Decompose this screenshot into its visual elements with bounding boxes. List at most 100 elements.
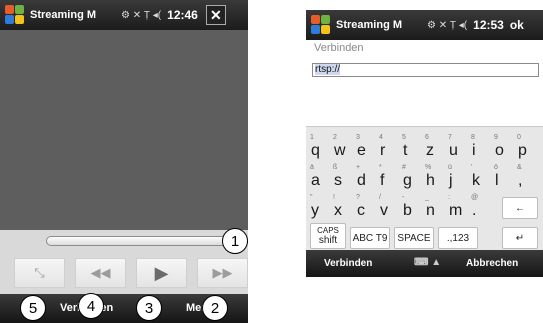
key-secondary-label: / <box>379 194 381 201</box>
key-label: o <box>495 142 504 159</box>
key-secondary-label: 6 <box>425 134 429 141</box>
connect-softkey-bar: Verbinden ⌨ ▲ Abbrechen <box>306 250 543 277</box>
player-screen: Streaming M ⚙ ✕ Ṭ ◂( 12:46 ✕ ⤡ ◀◀ ▶ ▶▶ V… <box>0 0 248 323</box>
play-button[interactable]: ▶ <box>136 258 187 288</box>
callout-1: 1 <box>222 228 248 254</box>
key-z[interactable]: 6z <box>423 133 445 161</box>
key-label: a <box>311 172 320 189</box>
key-label: w <box>334 142 346 159</box>
key-label: e <box>357 142 366 159</box>
space-key[interactable]: SPACE <box>394 227 434 249</box>
fast-forward-icon: ▶▶ <box>212 265 233 280</box>
key-l[interactable]: öl <box>492 163 514 191</box>
key-secondary-label: : <box>448 194 450 201</box>
url-input[interactable]: rtsp:// <box>312 63 539 77</box>
key-secondary-label: ' <box>471 164 473 171</box>
key-n[interactable]: _ n <box>423 193 445 221</box>
key-label: g <box>403 172 412 189</box>
clock: 12:46 <box>167 8 198 22</box>
key-label: m <box>449 202 463 219</box>
status-icons: ⚙ ✕ Ṭ ◂( <box>121 9 162 21</box>
connect-screen: Streaming M ⚙ ✕ Ṭ ◂( 12:53 ok Verbinden … <box>306 0 543 323</box>
key-label: v <box>380 202 388 219</box>
key-label: , <box>518 172 523 189</box>
backspace-key[interactable]: ← <box>502 197 538 219</box>
key-x[interactable]: ! x <box>331 193 353 221</box>
enter-key[interactable]: ↵ <box>502 227 538 249</box>
key-e[interactable]: 3e <box>354 133 376 161</box>
key-label: t <box>403 142 408 159</box>
key-secondary-label: " <box>310 194 313 201</box>
caps-label: CAPS <box>317 226 339 235</box>
key-secondary-label: & <box>517 164 522 171</box>
caps-shift-key[interactable]: CAPS shift <box>310 223 346 249</box>
key-label: r <box>380 142 386 159</box>
key-w[interactable]: 2w <box>331 133 353 161</box>
connect-label: Verbinden <box>314 42 364 54</box>
key-i[interactable]: 8i <box>469 133 491 161</box>
key-t[interactable]: 5t <box>400 133 422 161</box>
key-q[interactable]: 1q <box>308 133 330 161</box>
key-p[interactable]: 0p <box>515 133 537 161</box>
player-titlebar: Streaming M ⚙ ✕ Ṭ ◂( 12:46 ✕ <box>0 0 248 30</box>
softkey-right[interactable]: Abbrechen <box>466 258 518 269</box>
video-area <box>0 30 248 230</box>
key-s[interactable]: ßs <box>331 163 353 191</box>
key-secondary-label: 9 <box>494 134 498 141</box>
key-o[interactable]: 9o <box>492 133 514 161</box>
key-secondary-label: 7 <box>448 134 452 141</box>
windows-start-icon[interactable] <box>310 14 332 36</box>
callout-3: 3 <box>136 295 162 321</box>
windows-start-icon[interactable] <box>4 4 26 26</box>
key-c[interactable]: ? c <box>354 193 376 221</box>
key-b[interactable]: -b <box>400 193 422 221</box>
key-label: b <box>403 202 412 219</box>
key-y[interactable]: " y <box>308 193 330 221</box>
key-m[interactable]: :m <box>446 193 468 221</box>
abc-t9-key[interactable]: ABC T9 <box>350 227 390 249</box>
key-h[interactable]: % h <box>423 163 445 191</box>
key-label: y <box>311 202 319 219</box>
key-a[interactable]: äa <box>308 163 330 191</box>
key-secondary-label: ü <box>448 164 452 171</box>
callout-5: 5 <box>20 295 46 321</box>
softkey-left[interactable]: Verbinden <box>324 258 372 269</box>
keyboard-toggle-icon[interactable]: ⌨ ▲ <box>414 257 441 268</box>
status-icons: ⚙ ✕ Ṭ ◂( <box>427 19 468 31</box>
callout-2: 2 <box>202 295 228 321</box>
key-secondary-label: _ <box>425 194 429 201</box>
key-r[interactable]: 4r <box>377 133 399 161</box>
key-k[interactable]: ' k <box>469 163 491 191</box>
symbols-key[interactable]: .,123 <box>438 227 478 249</box>
key-g[interactable]: # g <box>400 163 422 191</box>
key-secondary-label: ß <box>333 164 338 171</box>
key-secondary-label: 5 <box>402 134 406 141</box>
key-f[interactable]: * f <box>377 163 399 191</box>
key-,[interactable]: &, <box>515 163 537 191</box>
fullscreen-button[interactable]: ⤡ <box>14 258 65 288</box>
close-button[interactable]: ✕ <box>205 5 226 25</box>
progress-bar[interactable] <box>46 236 238 246</box>
key-secondary-label: 8 <box>471 134 475 141</box>
key-secondary-label: + <box>356 164 361 171</box>
key-.[interactable]: @. <box>469 193 491 221</box>
ok-button[interactable]: ok <box>510 18 524 32</box>
clock: 12:53 <box>473 18 504 32</box>
key-label: s <box>334 172 342 189</box>
key-secondary-label: 0 <box>517 134 521 141</box>
key-j[interactable]: üj <box>446 163 468 191</box>
rewind-button[interactable]: ◀◀ <box>75 258 126 288</box>
url-value: rtsp:// <box>315 64 341 75</box>
key-label: . <box>472 202 477 219</box>
fast-forward-button[interactable]: ▶▶ <box>197 258 248 288</box>
keyboard-row-1: 1q2w3e4r5t6z7u8i9o0p <box>308 133 541 161</box>
key-d[interactable]: + d <box>354 163 376 191</box>
key-secondary-label: ? <box>356 194 360 201</box>
key-label: p <box>518 142 527 159</box>
key-secondary-label: @ <box>471 194 479 201</box>
key-secondary-label: # <box>402 164 406 171</box>
key-u[interactable]: 7u <box>446 133 468 161</box>
key-v[interactable]: / v <box>377 193 399 221</box>
key-label: j <box>449 172 453 189</box>
key-label: z <box>426 142 434 159</box>
